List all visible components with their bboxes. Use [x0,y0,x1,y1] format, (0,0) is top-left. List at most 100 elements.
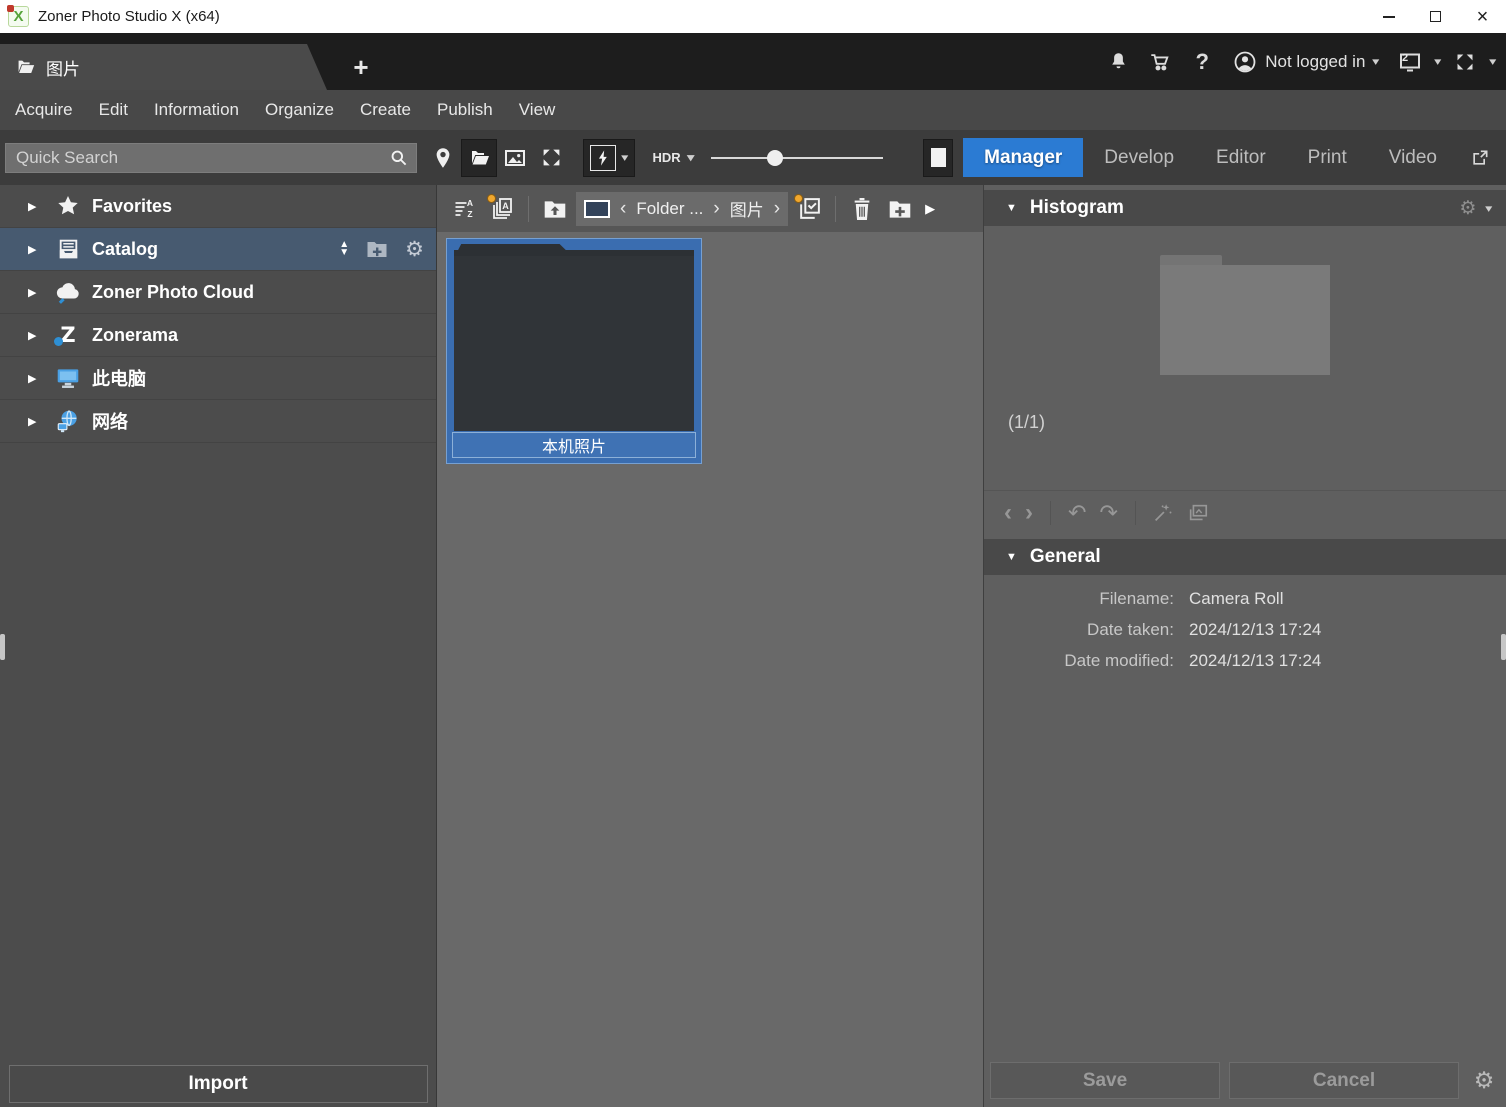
expander-icon[interactable]: ▶ [28,200,39,213]
menu-organize[interactable]: Organize [252,90,347,130]
quick-edits-dropdown[interactable]: ▾ [583,139,635,177]
search-icon [389,148,408,167]
inspector-panel: ▼ Histogram ⚙ ▾ (1/1) ‹ › ↶ ↷ [984,185,1506,1107]
slider-track [711,157,883,159]
sort-order-button[interactable]: AZ [447,192,481,226]
expander-icon[interactable]: ▶ [28,372,39,385]
sidebar-item-catalog[interactable]: ▶ Catalog ▲▼ ⚙ [0,228,436,271]
top-right-icons: ? Not logged in ▾ 2 ▾ ▾ [1101,33,1496,90]
gps-button[interactable] [425,139,461,177]
menu-acquire[interactable]: Acquire [2,90,86,130]
photo-stack-icon [1187,502,1209,524]
left-panel-collapse-handle[interactable] [0,634,5,660]
quick-select-button[interactable] [792,192,826,226]
minimize-button[interactable] [1365,0,1412,33]
collapse-triangle-icon[interactable]: ▼ [1006,202,1017,214]
help-button[interactable]: ? [1185,45,1219,79]
menu-edit[interactable]: Edit [86,90,141,130]
store-button[interactable] [1143,45,1177,79]
breadcrumb-back[interactable]: ‹ [620,198,626,220]
actions-settings-button[interactable]: ⚙ [1468,1067,1500,1094]
flash-icon [590,145,616,171]
layout-toggle-button[interactable] [923,139,953,177]
close-button[interactable]: × [1459,0,1506,33]
chevron-down-icon[interactable]: ▾ [1434,55,1441,68]
general-header[interactable]: ▼ General [984,539,1506,575]
browse-folder-button[interactable] [461,139,497,177]
menu-create[interactable]: Create [347,90,424,130]
previous-button[interactable]: ‹ [1004,501,1012,525]
panel-layout-icon [931,148,946,167]
mode-video[interactable]: Video [1368,138,1458,177]
chevron-down-icon[interactable]: ▾ [1486,202,1493,215]
histogram-settings-icon[interactable]: ⚙ [1459,197,1476,220]
more-tools-button[interactable]: ▶ [925,201,935,217]
thumbnail-size-slider[interactable] [711,139,883,177]
search-input[interactable] [6,148,389,168]
delete-button[interactable] [845,192,879,226]
new-tab-button[interactable]: + [341,44,381,90]
sidebar-item-this-pc[interactable]: ▶ 此电脑 [0,357,436,400]
cancel-button[interactable]: Cancel [1229,1062,1459,1099]
field-label: Date taken: [984,620,1174,640]
save-button[interactable]: Save [990,1062,1220,1099]
slider-knob[interactable] [767,150,783,166]
sidebar-item-label: Favorites [92,196,172,217]
expander-icon[interactable]: ▶ [28,415,39,428]
histogram-header[interactable]: ▼ Histogram ⚙ ▾ [984,190,1506,226]
sidebar-item-favorites[interactable]: ▶ Favorites [0,185,436,228]
notifications-button[interactable] [1101,45,1135,79]
mode-editor[interactable]: Editor [1195,138,1287,177]
rotate-right-button[interactable]: ↷ [1099,502,1117,524]
sort-icon[interactable]: ▲▼ [339,241,349,257]
fullscreen-button[interactable] [1448,45,1482,79]
auto-enhance-button[interactable] [1153,502,1174,523]
sidebar-item-zoner-photo-cloud[interactable]: ▶ Zoner Photo Cloud [0,271,436,314]
expander-icon[interactable]: ▶ [28,243,39,256]
sidebar-item-network[interactable]: ▶ 网络 [0,400,436,443]
user-icon [1233,50,1257,74]
right-panel-collapse-handle[interactable] [1501,634,1506,660]
login-status: Not logged in [1265,52,1365,72]
sidebar-item-label: 此电脑 [92,365,146,391]
expander-icon[interactable]: ▶ [28,286,39,299]
maximize-button[interactable] [1412,0,1459,33]
batch-rename-button[interactable]: A [485,192,519,226]
menu-view[interactable]: View [506,90,569,130]
cloud-icon [55,279,81,305]
next-button[interactable]: › [1025,501,1033,525]
divider [528,196,529,222]
catalog-toolbar: ▲▼ ⚙ [339,237,424,262]
inspector-nav-row: ‹ › ↶ ↷ [984,490,1506,534]
svg-text:Z: Z [467,209,472,219]
menu-information[interactable]: Information [141,90,252,130]
add-folder-icon[interactable] [365,237,389,261]
hdr-dropdown[interactable]: HDR ▾ [653,150,694,165]
collapse-triangle-icon[interactable]: ▼ [1006,551,1017,563]
display-select-button[interactable]: 2 [1393,45,1427,79]
breadcrumb-parent[interactable]: Folder ... [636,199,703,219]
breadcrumb-current[interactable]: 图片 [730,196,764,221]
tab-pictures[interactable]: 图片 [0,44,327,90]
account-menu[interactable]: Not logged in ▾ [1227,50,1385,74]
histogram-area: (1/1) [984,226,1506,490]
folder-tile-selected[interactable]: 本机照片 [446,238,702,464]
chevron-down-icon[interactable]: ▾ [1490,55,1497,68]
copy-edits-button[interactable] [1187,502,1209,524]
gear-icon[interactable]: ⚙ [405,237,424,262]
import-button[interactable]: Import [9,1065,428,1103]
module-switcher: Manager Develop Editor Print Video [963,130,1458,185]
sidebar-item-zonerama[interactable]: ▶ Z Zonerama [0,314,436,357]
mode-develop[interactable]: Develop [1083,138,1195,177]
rotate-left-button[interactable]: ↶ [1068,502,1086,524]
folder-up-button[interactable] [538,192,572,226]
expander-icon[interactable]: ▶ [28,329,39,342]
mode-print[interactable]: Print [1287,138,1368,177]
map-pin-icon [434,147,452,169]
menu-publish[interactable]: Publish [424,90,506,130]
fullscreen-preview-button[interactable] [533,139,569,177]
preview-button[interactable] [497,139,533,177]
undock-button[interactable] [1458,139,1502,177]
new-folder-button[interactable] [883,192,917,226]
mode-manager[interactable]: Manager [963,138,1083,177]
